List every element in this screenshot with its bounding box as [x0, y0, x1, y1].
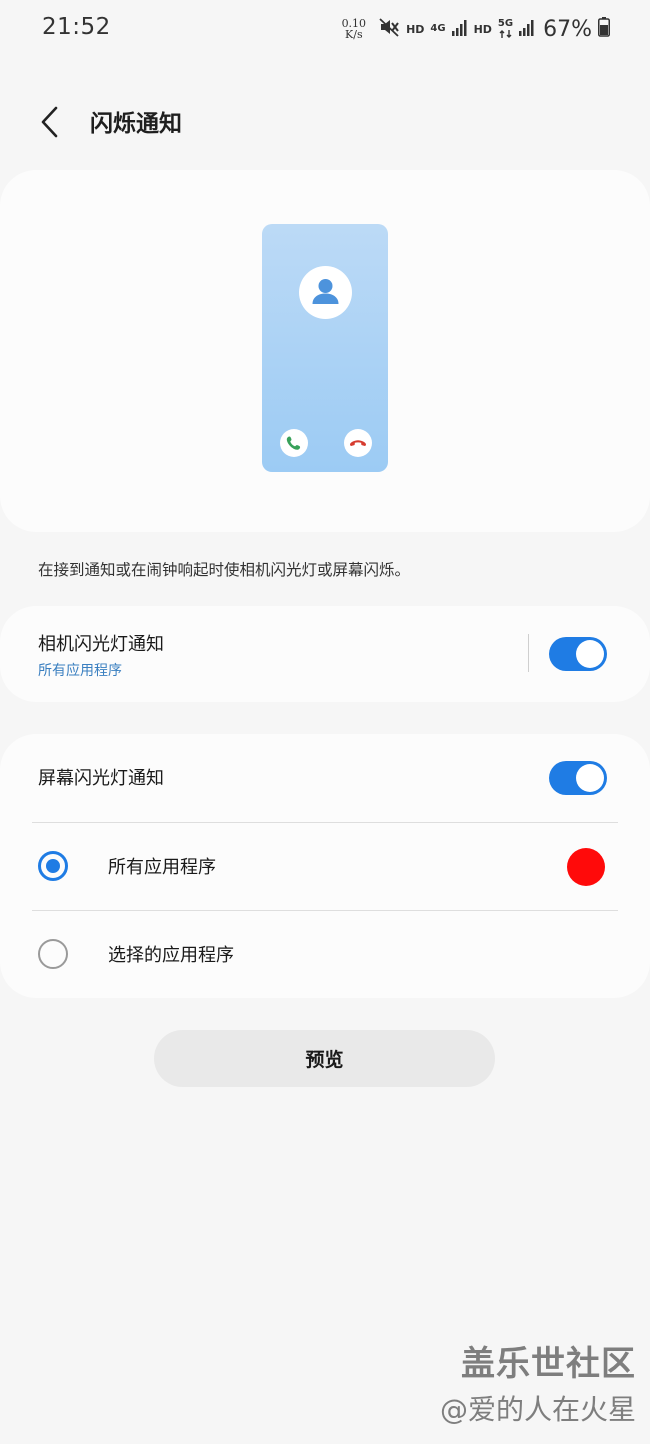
signal-icon — [451, 18, 468, 40]
person-icon — [312, 279, 339, 304]
battery-icon — [598, 17, 610, 41]
screen-flash-setting: 屏幕闪光灯通知 所有应用程序 选择的应用程序 — [0, 734, 650, 998]
chevron-left-icon — [41, 106, 58, 138]
signal-icon-2 — [519, 18, 535, 40]
header: 闪烁通知 — [0, 90, 650, 154]
illustration-card — [0, 170, 650, 532]
hd-label: HD — [406, 22, 425, 36]
avatar — [299, 266, 352, 319]
watermark-author: @爱的人在火星 — [439, 1393, 636, 1426]
network-4g-label: 4G — [430, 23, 446, 34]
camera-flash-title: 相机闪光灯通知 — [38, 634, 164, 655]
option-selected-apps[interactable]: 选择的应用程序 — [0, 911, 650, 998]
network-4g: 4G — [430, 24, 445, 34]
data-arrows-icon — [499, 30, 511, 38]
accept-call-icon — [280, 429, 308, 457]
option-selected-apps-label: 选择的应用程序 — [108, 945, 234, 966]
camera-flash-toggle[interactable] — [549, 637, 607, 671]
radio-selected-apps[interactable] — [38, 939, 68, 969]
hd-label-2: HD — [473, 22, 492, 36]
screen-flash-toggle[interactable] — [549, 761, 607, 795]
watermark-community: 盖乐世社区 — [461, 1344, 636, 1384]
divider — [528, 634, 529, 672]
page-title: 闪烁通知 — [90, 110, 182, 137]
network-5g: 5G — [498, 19, 513, 39]
description-text: 在接到通知或在闹钟响起时使相机闪光灯或屏幕闪烁。 — [38, 561, 411, 579]
flash-color-picker[interactable] — [567, 848, 605, 886]
status-icons: 0.10 K/s HD 4G HD 5G 67% — [342, 14, 610, 44]
status-time: 21:52 — [42, 14, 111, 40]
toggle-knob — [576, 640, 604, 668]
toggle-knob — [576, 764, 604, 792]
network-speed: 0.10 K/s — [342, 18, 367, 40]
screen-flash-title: 屏幕闪光灯通知 — [38, 768, 164, 789]
radio-all-apps[interactable] — [38, 851, 68, 881]
back-button[interactable] — [32, 102, 72, 142]
camera-flash-subtitle: 所有应用程序 — [38, 663, 122, 679]
status-bar: 21:52 0.10 K/s HD 4G HD 5G 67% — [0, 0, 650, 60]
phone-illustration — [262, 224, 388, 472]
camera-flash-setting[interactable]: 相机闪光灯通知 所有应用程序 — [0, 606, 650, 702]
decline-call-icon — [344, 429, 372, 457]
preview-button[interactable]: 预览 — [154, 1030, 495, 1087]
network-speed-unit: K/s — [345, 28, 363, 41]
option-all-apps[interactable]: 所有应用程序 — [0, 823, 650, 910]
network-5g-label: 5G — [497, 18, 514, 29]
mute-icon — [378, 16, 400, 42]
option-all-apps-label: 所有应用程序 — [108, 857, 216, 878]
battery-percentage: 67% — [543, 16, 592, 42]
